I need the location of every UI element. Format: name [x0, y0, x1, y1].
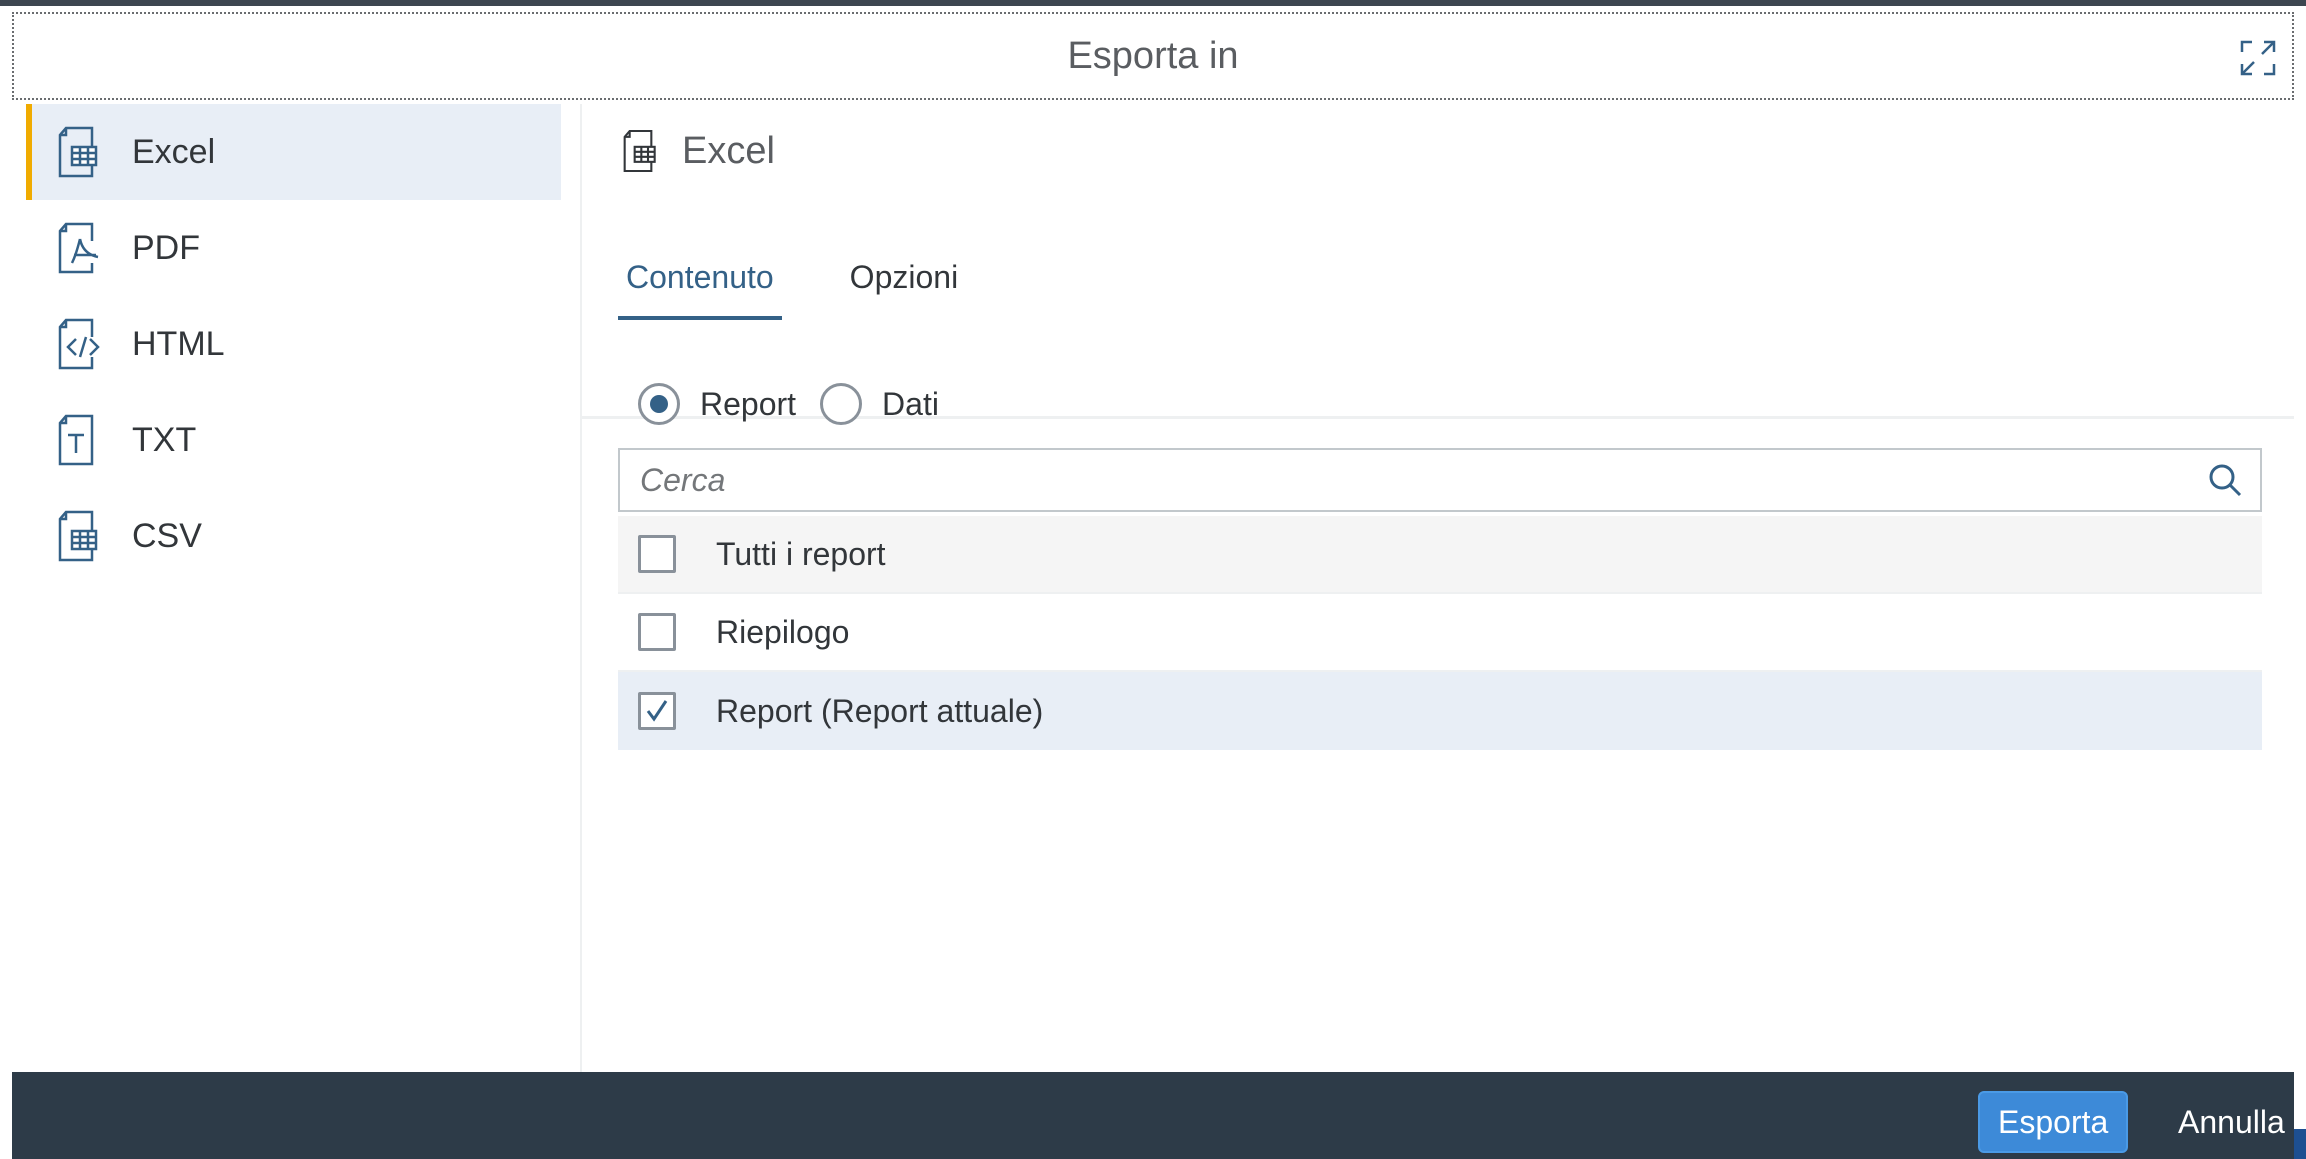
list-item[interactable]: Report (Report attuale): [618, 672, 2262, 750]
sidebar-item-label: CSV: [132, 516, 202, 555]
sidebar-item-label: Excel: [132, 132, 216, 171]
export-type-radio-group: Report Dati: [638, 376, 963, 432]
export-button[interactable]: Esporta: [1978, 1091, 2129, 1153]
sidebar-item-label: HTML: [132, 324, 225, 363]
report-list: Tutti i report Riepilogo Report (Report …: [618, 516, 2262, 750]
radio-report-circle[interactable]: [638, 383, 680, 425]
excel-file-icon: [50, 124, 102, 180]
sidebar-item-label: TXT: [132, 420, 197, 459]
cancel-button[interactable]: Annulla: [2160, 1091, 2303, 1153]
tab-contenuto[interactable]: Contenuto: [618, 234, 782, 320]
radio-label: Dati: [882, 385, 939, 422]
txt-file-icon: [50, 412, 102, 468]
radio-label: Report: [700, 385, 797, 422]
main-panel: Excel Contenuto Opzioni Report Dati Tutt…: [582, 104, 2294, 1072]
main-header: Excel: [618, 128, 775, 174]
format-sidebar: Excel PDF HTML TXT CSV: [26, 104, 561, 1072]
search-button[interactable]: [2190, 450, 2260, 510]
sidebar-item-label: PDF: [132, 228, 200, 267]
radio-selected-dot: [650, 395, 668, 413]
list-item-select-all[interactable]: Tutti i report: [618, 516, 2262, 594]
resize-corner: [2294, 1129, 2306, 1159]
checkmark-icon: [646, 700, 668, 722]
sidebar-item-txt[interactable]: TXT: [26, 392, 561, 488]
radio-report[interactable]: Report: [638, 383, 796, 425]
main-title: Excel: [682, 129, 775, 172]
tab-bar: Contenuto Opzioni: [618, 234, 1026, 320]
expand-button[interactable]: [2232, 32, 2284, 84]
dialog-header: Esporta in: [12, 12, 2294, 100]
window-top-border: [0, 0, 2306, 12]
expand-icon: [2240, 40, 2276, 76]
riepilogo-checkbox[interactable]: [638, 613, 676, 651]
dialog-footer: Esporta Annulla: [12, 1072, 2294, 1159]
dialog-title: Esporta in: [1067, 34, 1239, 77]
search-field: [618, 448, 2262, 512]
radio-dati[interactable]: Dati: [820, 383, 939, 425]
excel-file-icon: [623, 129, 656, 173]
report-checkbox[interactable]: [638, 692, 676, 730]
list-item-label: Riepilogo: [716, 613, 850, 650]
html-file-icon: [50, 316, 102, 372]
search-icon: [2209, 464, 2242, 497]
search-input[interactable]: [620, 450, 2190, 510]
radio-dati-circle[interactable]: [820, 383, 863, 425]
sidebar-item-excel[interactable]: Excel: [26, 104, 561, 200]
pdf-file-icon: [50, 220, 102, 276]
list-item-label: Report (Report attuale): [716, 692, 1044, 729]
list-item-label: Tutti i report: [716, 535, 886, 572]
sidebar-item-csv[interactable]: CSV: [26, 488, 561, 584]
tab-opzioni[interactable]: Opzioni: [842, 234, 967, 320]
sidebar-item-pdf[interactable]: PDF: [26, 200, 561, 296]
select-all-checkbox[interactable]: [638, 535, 676, 573]
csv-file-icon: [50, 508, 102, 564]
sidebar-item-html[interactable]: HTML: [26, 296, 561, 392]
list-item[interactable]: Riepilogo: [618, 594, 2262, 672]
